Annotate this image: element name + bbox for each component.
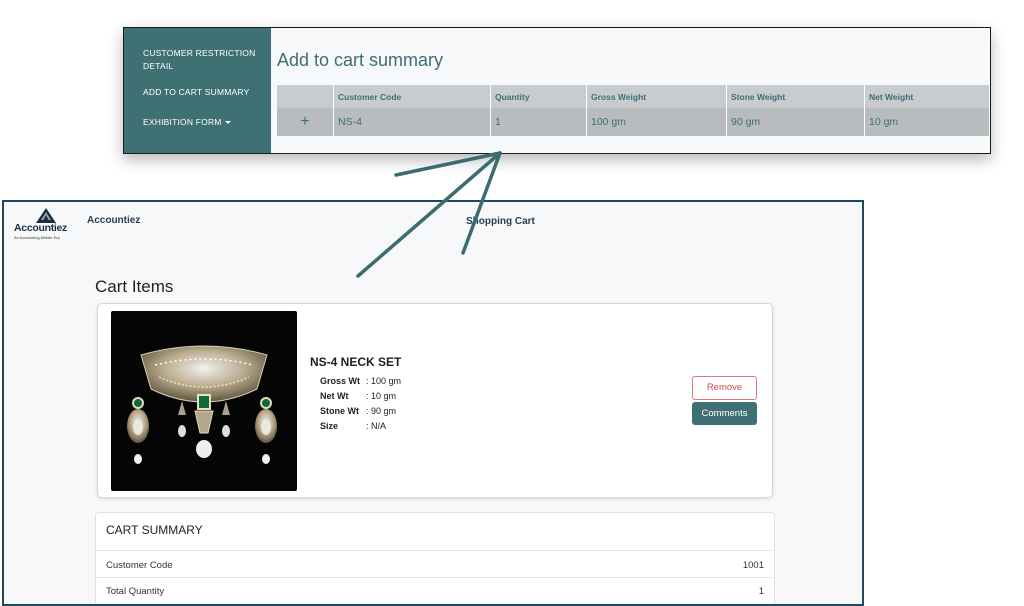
comments-button[interactable]: Comments bbox=[692, 402, 757, 425]
spec-net-weight: Net Wt : 10 gm bbox=[320, 391, 396, 401]
admin-panel-screenshot: CUSTOMER RESTRICTION DETAIL ADD TO CART … bbox=[123, 27, 991, 154]
cart-items-heading: Cart Items bbox=[95, 277, 174, 296]
spec-value: : 90 gm bbox=[366, 406, 397, 416]
cart-summary-table: Customer Code Quantity Gross Weight Ston… bbox=[277, 85, 989, 136]
spec-value: : N/A bbox=[366, 421, 387, 431]
caret-down-icon bbox=[224, 121, 231, 125]
page-header: Shopping Cart bbox=[466, 216, 535, 227]
sidebar-item-label: CUSTOMER RESTRICTION DETAIL bbox=[143, 48, 256, 71]
spec-label: Gross Wt bbox=[320, 376, 361, 386]
summary-value: 1 bbox=[758, 586, 764, 597]
table-header-row: Customer Code Quantity Gross Weight Ston… bbox=[277, 85, 989, 108]
table-cell: 10 gm bbox=[864, 108, 989, 136]
column-header: Net Weight bbox=[864, 85, 989, 108]
spec-value: : 10 gm bbox=[366, 391, 397, 401]
summary-row-total-quantity: Total Quantity 1 bbox=[106, 586, 764, 597]
summary-row-customer-code: Customer Code 1001 bbox=[106, 560, 764, 571]
remove-button[interactable]: Remove bbox=[692, 376, 757, 400]
column-header: Stone Weight bbox=[726, 85, 865, 108]
summary-label: Total Quantity bbox=[106, 586, 165, 597]
app-name: Accountiez bbox=[87, 215, 141, 226]
page-title: Add to cart summary bbox=[277, 50, 444, 70]
sidebar-item-add-to-cart-summary[interactable]: ADD TO CART SUMMARY bbox=[143, 86, 249, 99]
divider bbox=[96, 550, 774, 551]
column-header-expand bbox=[277, 85, 334, 108]
spec-size: Size : N/A bbox=[320, 421, 386, 431]
cart-summary-heading: CART SUMMARY bbox=[106, 523, 203, 537]
sidebar-item-customer-restriction[interactable]: CUSTOMER RESTRICTION DETAIL bbox=[143, 47, 261, 73]
sidebar-item-label: EXHIBITION FORM bbox=[143, 117, 222, 127]
sidebar-item-label: ADD TO CART SUMMARY bbox=[143, 87, 250, 97]
column-header: Gross Weight bbox=[586, 85, 727, 108]
spec-label: Stone Wt bbox=[320, 406, 359, 416]
spec-gross-weight: Gross Wt : 100 gm bbox=[320, 376, 401, 386]
arrow-head-left bbox=[394, 151, 502, 177]
table-row[interactable]: + NS-4 1 100 gm 90 gm 10 gm bbox=[277, 108, 989, 136]
spec-label: Size bbox=[320, 421, 339, 431]
divider bbox=[96, 577, 774, 578]
spec-stone-weight: Stone Wt : 90 gm bbox=[320, 406, 396, 416]
table-cell: 100 gm bbox=[586, 108, 727, 136]
cart-summary-card: CART SUMMARY Customer Code 1001 Total Qu… bbox=[95, 512, 775, 604]
product-image bbox=[111, 311, 297, 491]
shopping-cart-screenshot: Accountiez An Accounting Mobile Erp Acco… bbox=[2, 200, 864, 606]
cart-item-card: NS-4 NECK SET Gross Wt : 100 gm Net Wt : 1… bbox=[97, 303, 773, 498]
table-cell: 90 gm bbox=[726, 108, 865, 136]
expand-row-plus-icon[interactable]: + bbox=[277, 108, 334, 136]
column-header: Customer Code bbox=[333, 85, 491, 108]
sidebar-item-exhibition-form[interactable]: EXHIBITION FORM bbox=[143, 116, 231, 129]
column-header: Quantity bbox=[490, 85, 587, 108]
necklace-set-image bbox=[127, 345, 277, 464]
accountiez-logo: Accountiez An Accounting Mobile Erp bbox=[14, 206, 80, 240]
table-cell: NS-4 bbox=[333, 108, 491, 136]
spec-label: Net Wt bbox=[320, 391, 349, 401]
logo-text: Accountiez bbox=[14, 222, 68, 234]
summary-value: 1001 bbox=[742, 560, 764, 571]
spec-value: : 100 gm bbox=[366, 376, 402, 386]
mountain-logo-icon bbox=[36, 208, 56, 223]
summary-label: Customer Code bbox=[106, 560, 173, 571]
logo-tagline: An Accounting Mobile Erp bbox=[14, 235, 60, 240]
product-name: NS-4 NECK SET bbox=[310, 355, 402, 369]
table-cell: 1 bbox=[490, 108, 587, 136]
admin-sidebar: CUSTOMER RESTRICTION DETAIL ADD TO CART … bbox=[124, 28, 271, 153]
